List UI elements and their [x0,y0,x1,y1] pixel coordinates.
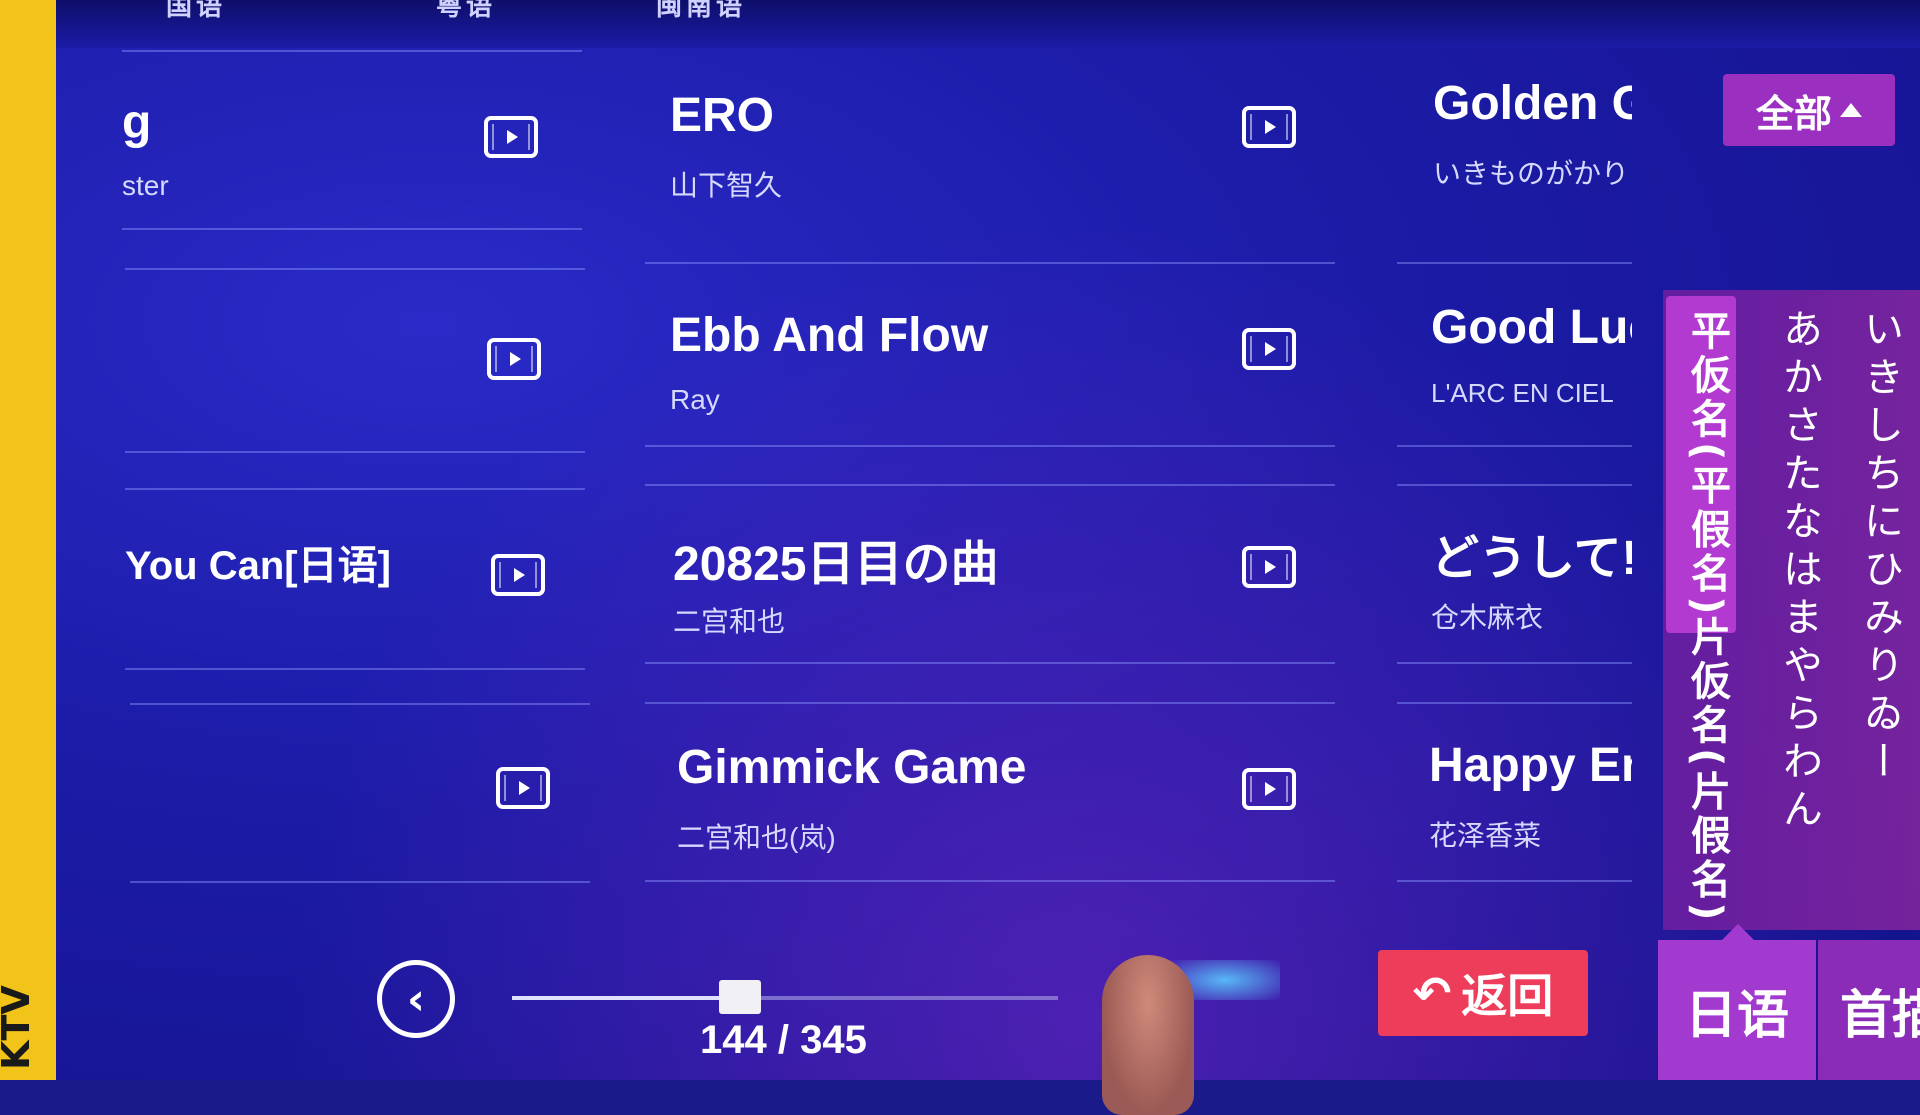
song-tile[interactable] [130,703,590,883]
song-tile[interactable]: 20825日目の曲 二宫和也 [645,484,1335,664]
song-artist: 二宫和也(岚) [677,822,836,853]
song-artist: L'ARC EN CIEL [1431,378,1614,408]
song-tile[interactable]: ERO 山下智久 [645,50,1335,230]
song-tile[interactable]: Gimmick Game 二宫和也(岚) [645,702,1335,882]
category-tab[interactable]: 国语 [166,0,226,23]
back-label: 返回 [1461,969,1554,1023]
song-tile[interactable]: どうして! 仓木麻衣 [1397,484,1632,664]
chevron-left-icon: ‹ [406,973,426,1025]
kana-column-i[interactable]: いきしちにひみりゐー [1851,308,1909,788]
song-title: Golden G [1433,77,1632,130]
all-filter-button[interactable]: 全部 [1723,74,1895,146]
song-tile[interactable]: g ster [122,50,582,230]
song-title: どうして! [1431,532,1632,585]
song-tile[interactable]: Good Luc L'ARC EN CIEL [1397,262,1632,447]
kana-index-panel: 平仮名(平假名) 片仮名(片假名) あかさたなはまやらわん いきしちにひみりゐー [1663,290,1920,930]
song-title: Happy En [1429,739,1632,792]
video-play-icon[interactable] [484,116,538,158]
page-slider[interactable] [512,980,1058,1014]
song-artist: ster [122,170,169,201]
video-play-icon[interactable] [487,338,541,380]
song-tile[interactable]: You Can[日语] [125,488,585,670]
song-artist: Ray [670,384,720,415]
language-japanese-button[interactable]: 日语 [1658,924,1816,1080]
category-tab[interactable]: 闽南语 [656,0,746,23]
video-play-icon[interactable] [491,554,545,596]
video-play-icon[interactable] [496,767,550,809]
page-slider-thumb[interactable] [718,980,761,1014]
song-title: Gimmick Game [677,741,1027,794]
kana-column-a[interactable]: あかさたなはまやらわん [1770,308,1828,836]
all-filter-label: 全部 [1755,91,1832,136]
video-play-icon[interactable] [1242,546,1296,588]
user-finger [1102,955,1194,1115]
song-tile[interactable]: Ebb And Flow Ray [645,262,1335,447]
video-play-icon[interactable] [1242,328,1296,370]
caret-up-icon [1840,103,1862,117]
back-arrow-icon: ↶ [1412,966,1452,1020]
song-title: 20825日目の曲 [673,538,999,591]
video-play-icon[interactable] [1242,768,1296,810]
song-tile[interactable]: Happy En 花泽香菜 [1397,702,1632,882]
song-artist: 花泽香菜 [1429,820,1542,851]
song-artist: 山下智久 [670,170,783,201]
song-title: g [122,96,152,149]
prev-page-button[interactable]: ‹ [377,960,455,1038]
song-tile[interactable] [125,268,585,453]
bezel-logo: KTV [0,985,38,1070]
song-title: Good Luc [1431,301,1632,354]
song-title: ERO [670,89,775,142]
video-play-icon[interactable] [1242,106,1296,148]
back-button[interactable]: ↶ 返回 [1378,950,1588,1036]
page-slider-fill [512,996,740,1000]
page-count: 144 / 345 [700,1018,867,1062]
top-category-strip: 国语 粤语 闽南语 [56,0,1920,48]
home-button[interactable]: 首描 [1818,940,1920,1080]
tab-hiragana[interactable]: 平仮名(平假名) [1666,296,1736,633]
category-tab[interactable]: 粤语 [436,0,496,23]
song-artist: いきものがかり [1433,158,1630,189]
song-title: You Can[日语] [125,544,391,588]
song-title: Ebb And Flow [670,309,989,362]
song-tile[interactable]: Golden G いきものがかり [1397,50,1632,230]
tab-katakana[interactable]: 片仮名(片假名) [1666,616,1736,925]
song-artist: 二宫和也 [673,606,786,637]
song-artist: 仓木麻衣 [1431,602,1544,633]
